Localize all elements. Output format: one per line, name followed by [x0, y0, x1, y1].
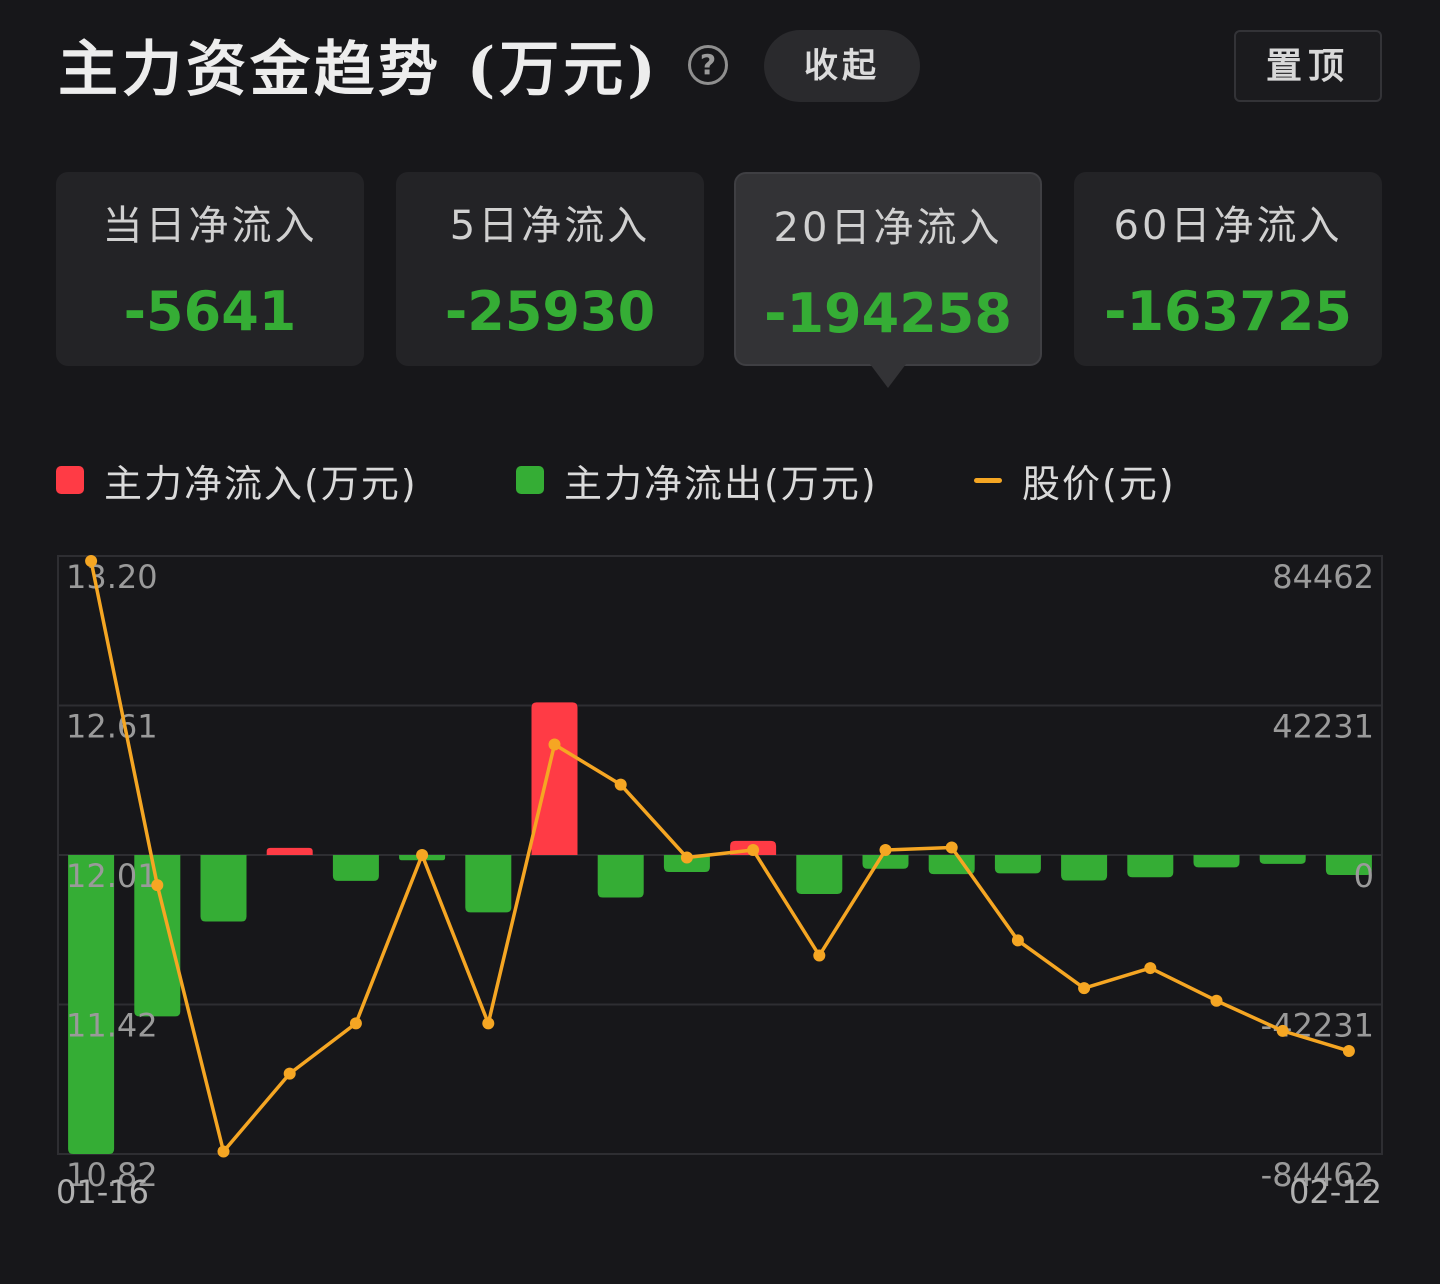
left-axis-tick-label: 12.01 [66, 857, 158, 895]
inflow-bar [266, 847, 313, 855]
right-axis-tick-label: 84462 [1272, 558, 1374, 596]
price-point [680, 851, 693, 864]
price-point [548, 738, 561, 751]
right-axis-tick-label: 42231 [1272, 708, 1374, 746]
price-point [813, 949, 826, 962]
price-point [85, 555, 98, 568]
left-axis-tick-label: 13.20 [66, 558, 158, 596]
outflow-bar [68, 855, 115, 1154]
outflow-bar [332, 855, 379, 881]
left-axis-tick-label: 12.61 [66, 708, 158, 746]
price-point [1011, 934, 1024, 947]
outflow-bar [1061, 855, 1108, 881]
x-axis-end-label: 02-12 [1289, 1173, 1382, 1211]
price-point [614, 778, 627, 791]
outflow-bar [1193, 855, 1240, 868]
price-point [416, 849, 429, 861]
outflow-bar [200, 855, 247, 922]
right-axis-tick-label: -42231 [1261, 1007, 1374, 1045]
price-point [1078, 982, 1091, 995]
price-point [151, 879, 164, 892]
price-point [1276, 1024, 1289, 1037]
outflow-bar [597, 855, 644, 898]
outflow-bar [1127, 855, 1174, 878]
price-point [482, 1017, 495, 1030]
capital-flow-chart[interactable]: 13.2012.6112.0111.4210.8284462422310-422… [0, 0, 1440, 1284]
outflow-bar [1259, 855, 1306, 864]
main-capital-trend-panel: 主力资金趋势 (万元) ? 收起 置顶 当日净流入 -5641 5日净流入 -2… [0, 0, 1440, 1284]
x-axis-start-label: 01-16 [56, 1173, 149, 1211]
outflow-bar [862, 855, 909, 869]
price-point [217, 1145, 230, 1158]
inflow-bar [531, 702, 578, 855]
price-point [1210, 994, 1223, 1007]
outflow-bar [465, 855, 512, 913]
left-axis-tick-label: 11.42 [66, 1007, 158, 1045]
price-point [1144, 962, 1157, 975]
price-point [1342, 1044, 1355, 1057]
right-axis-tick-label: 0 [1354, 857, 1374, 895]
price-point [349, 1017, 362, 1030]
price-point [945, 841, 958, 854]
outflow-bar [994, 855, 1041, 874]
price-point [283, 1067, 296, 1080]
outflow-bar [796, 855, 843, 894]
price-point [747, 843, 760, 856]
price-point [879, 843, 892, 856]
